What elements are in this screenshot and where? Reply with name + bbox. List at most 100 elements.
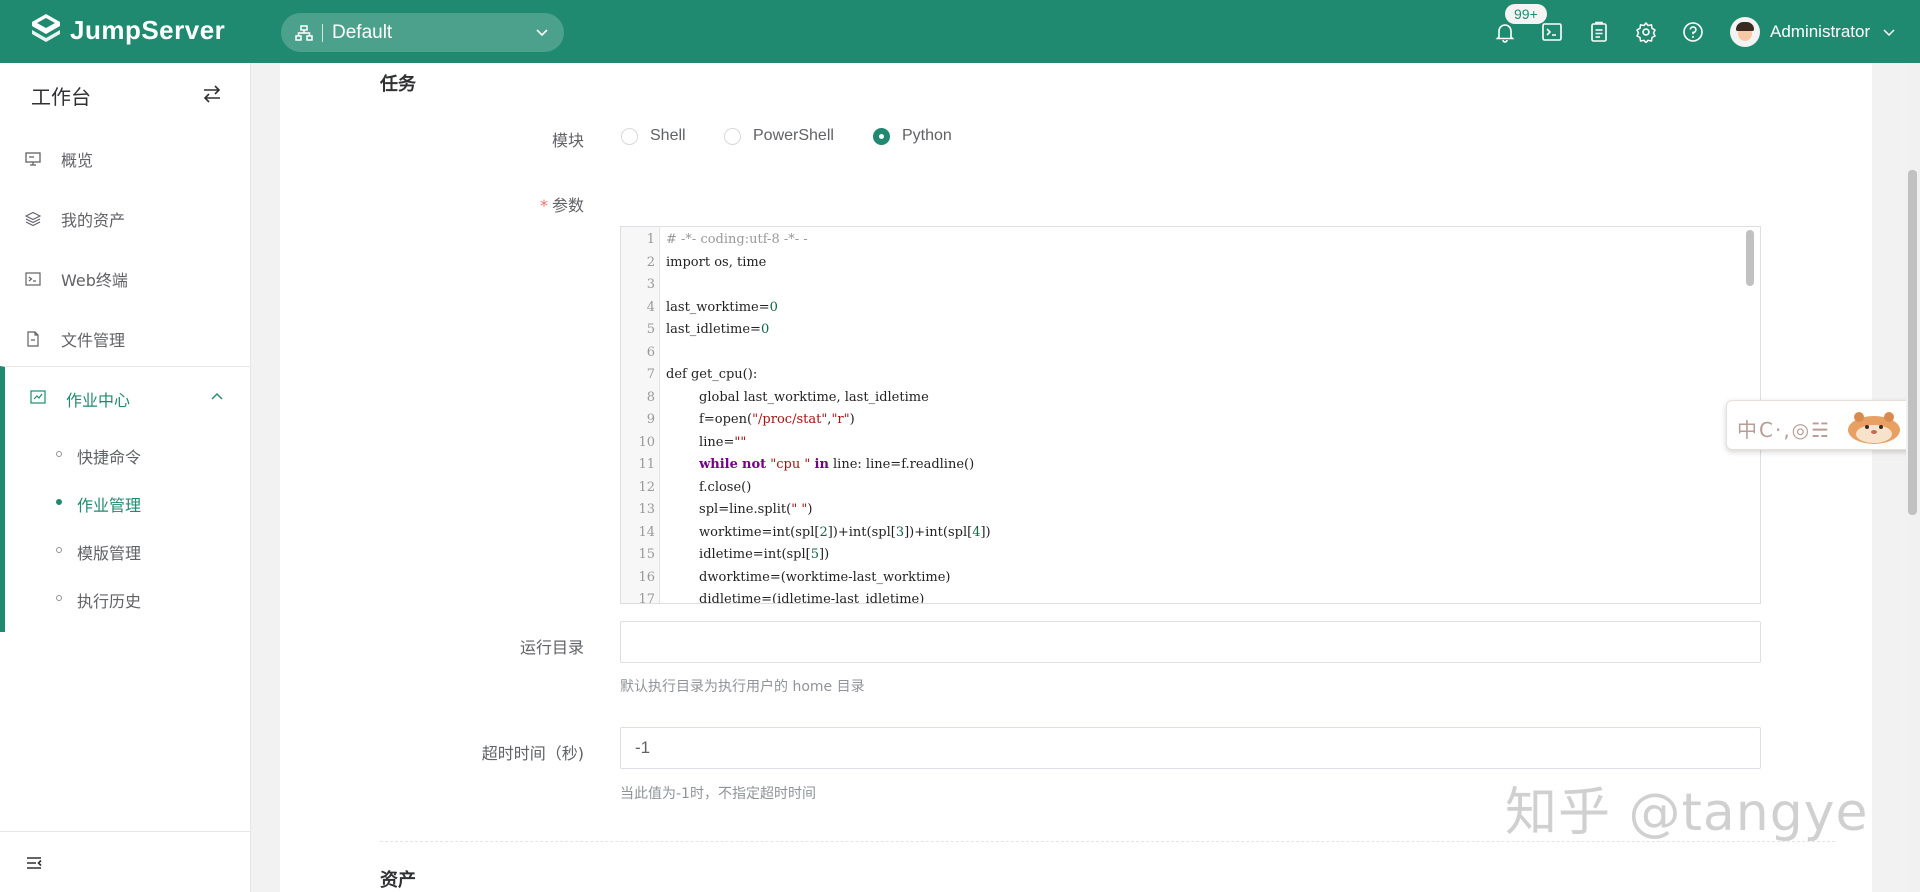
logo[interactable]: JumpServer — [28, 12, 225, 48]
help-button[interactable] — [1682, 21, 1704, 43]
sidebar-item-overview[interactable]: 概览 — [0, 135, 251, 183]
organization-icon — [295, 24, 313, 41]
run-dir-label: 运行目录 — [519, 638, 584, 657]
code-line: 13 spl=line.split(" ") — [621, 499, 1721, 522]
bullet-icon — [56, 499, 62, 505]
module-radio-python[interactable]: Python — [873, 127, 952, 145]
radio-circle — [873, 127, 890, 145]
line-number: 15 — [638, 547, 655, 562]
line-number: 14 — [638, 524, 655, 540]
tickets-button[interactable] — [1588, 21, 1610, 43]
code-text: import os, time — [666, 254, 767, 270]
code-line: 12 f.close() — [621, 477, 1721, 500]
line-number: 10 — [638, 434, 655, 450]
sidebar-group-label: 作业中心 — [66, 391, 131, 410]
line-number: 8 — [646, 389, 655, 405]
sidebar-item-label: 文件管理 — [61, 331, 126, 350]
bullet-icon — [56, 595, 62, 601]
code-text: didletime=(idletime-last_idletime) — [666, 592, 925, 604]
section-title-assets: 资产 — [380, 870, 416, 891]
code-text: f.close() — [666, 479, 752, 495]
code-line: 2 import os, time — [621, 252, 1721, 275]
sidebar-item-file-manager[interactable]: 文件管理 — [0, 315, 251, 363]
line-number: 17 — [638, 592, 655, 604]
terminal-icon — [1542, 23, 1562, 41]
line-number: 7 — [646, 367, 655, 382]
sidebar-subitem-execution-history[interactable]: 执行历史 — [5, 578, 251, 618]
module-radio-powershell[interactable]: PowerShell — [724, 127, 834, 145]
code-line: 5 last_idletime=0 — [621, 319, 1721, 342]
sidebar-subitem-quick-command[interactable]: 快捷命令 — [5, 434, 251, 474]
line-number: 2 — [646, 254, 655, 270]
floating-toolbar-widget[interactable]: 中C·,◎☵ — [1726, 400, 1914, 450]
sidebar-title: 工作台 — [31, 85, 91, 109]
switch-view-icon[interactable] — [201, 83, 223, 105]
code-text: idletime=int(spl[5]) — [666, 547, 830, 562]
line-number: 1 — [646, 232, 655, 247]
terminal-icon — [25, 272, 41, 286]
code-text: dworktime=(worktime-last_worktime) — [666, 569, 951, 585]
organization-select[interactable]: Default — [281, 13, 564, 52]
settings-button[interactable] — [1635, 21, 1657, 44]
divider — [322, 23, 323, 42]
code-text: def get_cpu(): — [666, 367, 758, 382]
code-line: 15 idletime=int(spl[5]) — [621, 544, 1721, 567]
radio-circle — [724, 127, 741, 145]
help-icon — [1683, 22, 1703, 42]
sidebar: 工作台 概览 我的资产 Web终端 文件管理 作业中心 快捷命令 作业管理 模版… — [0, 63, 251, 892]
sidebar-footer — [0, 831, 251, 892]
code-text: f=open("/proc/stat","r") — [666, 412, 855, 427]
page-scrollbar-thumb[interactable] — [1908, 170, 1917, 515]
radio-label: PowerShell — [753, 127, 834, 144]
code-line: 11 while not "cpu " in line: line=f.read… — [621, 454, 1721, 477]
module-label: 模块 — [551, 131, 584, 150]
params-label-text: 参数 — [551, 196, 584, 215]
radio-label: Python — [902, 127, 952, 144]
code-line: 1 # -*- coding:utf-8 -*- - — [621, 229, 1721, 252]
layers-icon — [25, 211, 41, 227]
module-radio-shell[interactable]: Shell — [621, 127, 686, 145]
code-line: 17 didletime=(idletime-last_idletime) — [621, 589, 1721, 604]
sidebar-subitem-label: 作业管理 — [77, 496, 142, 515]
top-navbar: JumpServer Default 99+ Administrator — [0, 0, 1920, 63]
sidebar-item-web-terminal[interactable]: Web终端 — [0, 255, 251, 303]
bell-icon — [1495, 24, 1515, 43]
code-editor[interactable]: 1 # -*- coding:utf-8 -*- - 2 import os, tim… — [620, 226, 1761, 604]
code-line: 16 dworktime=(worktime-last_worktime) — [621, 567, 1721, 590]
sidebar-header: 工作台 — [0, 63, 251, 126]
line-number: 13 — [638, 502, 655, 517]
sidebar-item-my-assets[interactable]: 我的资产 — [0, 195, 251, 243]
code-text: while not "cpu " in line: line=f.readlin… — [699, 457, 975, 472]
timeout-label: 超时时间（秒) — [481, 744, 584, 763]
sidebar-item-job-center[interactable]: 作业中心 — [5, 367, 251, 427]
sidebar-group-job-center: 作业中心 快捷命令 作业管理 模版管理 执行历史 — [0, 366, 251, 632]
web-terminal-button[interactable] — [1541, 21, 1563, 43]
hamster-mascot-icon — [1848, 412, 1900, 444]
code-text: line="" — [666, 434, 747, 450]
section-title-task: 任务 — [380, 74, 416, 95]
bullet-icon — [56, 547, 62, 553]
sidebar-subitem-job-management[interactable]: 作业管理 — [5, 482, 251, 522]
sidebar-subitem-label: 执行历史 — [77, 592, 142, 611]
timeout-hint: 当此值为-1时，不指定超时时间 — [620, 786, 816, 802]
code-text: last_idletime=0 — [666, 322, 770, 337]
timeout-input[interactable]: -1 — [620, 727, 1761, 769]
notifications-button[interactable] — [1494, 21, 1516, 43]
user-menu[interactable]: Administrator — [1730, 17, 1896, 47]
line-number: 4 — [646, 299, 655, 315]
code-text: spl=line.split(" ") — [666, 502, 813, 517]
required-mark: * — [539, 196, 548, 215]
watermark-text: 知乎 @tangye — [1505, 783, 1869, 843]
chevron-down-icon — [1883, 29, 1895, 37]
file-icon — [27, 331, 39, 347]
sidebar-subitem-label: 快捷命令 — [77, 448, 142, 467]
code-line: 3 — [621, 274, 1721, 297]
editor-scrollbar[interactable] — [1746, 230, 1754, 286]
collapse-sidebar-icon[interactable] — [25, 854, 43, 872]
run-dir-input[interactable] — [620, 621, 1761, 663]
code-line: 14 worktime=int(spl[2])+int(spl[3])+int(… — [621, 522, 1721, 545]
radio-label: Shell — [650, 127, 686, 144]
sidebar-subitem-template-management[interactable]: 模版管理 — [5, 530, 251, 570]
line-number: 12 — [638, 479, 655, 495]
code-text: worktime=int(spl[2])+int(spl[3])+int(spl… — [666, 524, 991, 540]
